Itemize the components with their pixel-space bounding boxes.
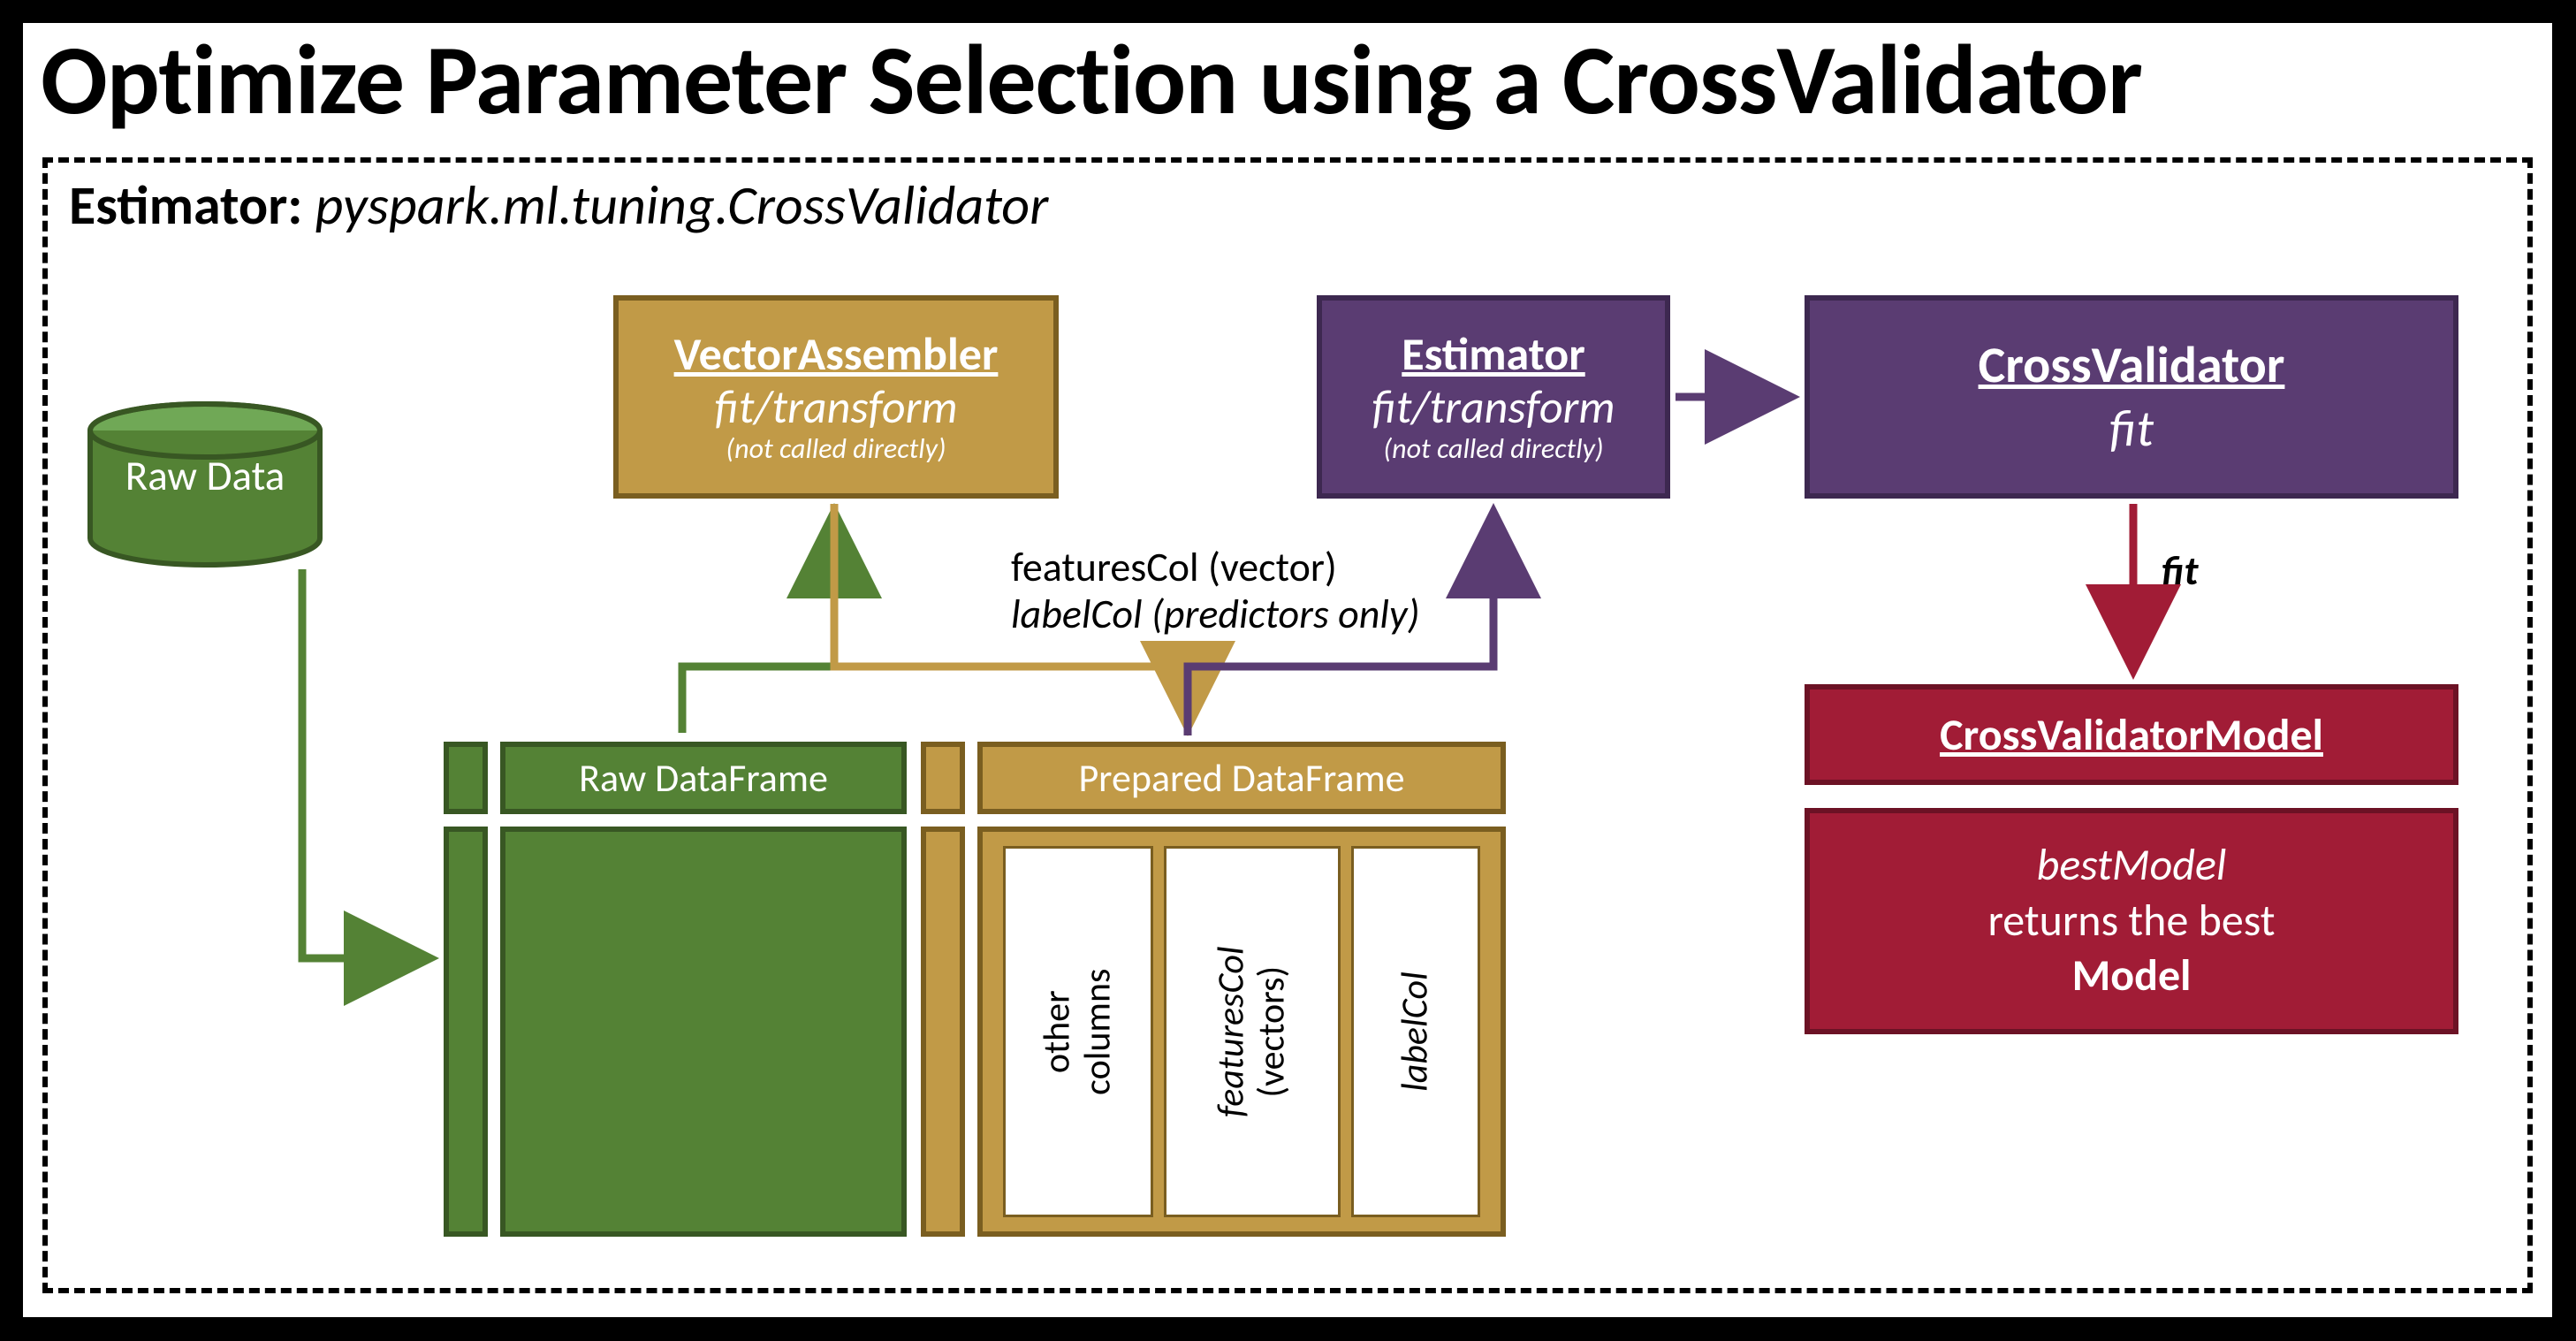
raw-df-header: Raw DataFrame [500, 742, 907, 814]
vector-assembler-title: VectorAssembler [674, 328, 999, 381]
prep-col-other-label: other columns [1037, 968, 1119, 1094]
prep-col-label-label: labelCol [1395, 971, 1436, 1092]
cross-validator-action: fit [2109, 397, 2154, 461]
raw-dataframe: Raw DataFrame [444, 742, 907, 1237]
estimator-title: Estimator [1402, 328, 1584, 381]
estimator-container: Estimator: pyspark.ml.tuning.CrossValida… [42, 157, 2533, 1293]
best-model-line1: bestModel [2037, 838, 2227, 892]
estimator-note: (not called directly) [1383, 433, 1603, 466]
features-label-text: featuresCol (vector) labelCol (predictor… [1011, 545, 1806, 638]
prep-df-body: other columns featuresCol (vectors) labe… [977, 827, 1506, 1237]
estimator-header: Estimator: pyspark.ml.tuning.CrossValida… [69, 171, 1048, 239]
estimator-box: Estimator fit/transform (not called dire… [1317, 295, 1670, 499]
vector-assembler-note: (not called directly) [726, 433, 946, 466]
cross-validator-box: CrossValidator fit [1805, 295, 2458, 499]
estimator-label-value: pyspark.ml.tuning.CrossValidator [315, 171, 1048, 239]
raw-df-corner [444, 742, 488, 814]
prep-col-label: labelCol [1351, 846, 1480, 1217]
estimator-label-prefix: Estimator: [69, 171, 315, 239]
vector-assembler-action: fit/transform [715, 381, 958, 434]
raw-df-body [500, 827, 907, 1237]
cross-validator-model-title: CrossValidatorModel [1940, 708, 2323, 762]
prep-df-side [921, 827, 965, 1237]
prep-df-header: Prepared DataFrame [977, 742, 1506, 814]
best-model-box: bestModel returns the best Model [1805, 808, 2458, 1034]
label-col-line: labelCol (predictors only) [1011, 591, 1806, 638]
prep-col-other: other columns [1003, 846, 1153, 1217]
raw-data-label: Raw Data [85, 450, 325, 501]
prep-col-features-label: featuresCol (vectors) [1212, 946, 1293, 1116]
prep-col-features: featuresCol (vectors) [1164, 846, 1341, 1217]
best-model-line2: returns the best [1987, 894, 2275, 949]
diagram-title: Optimize Parameter Selection using a Cro… [41, 19, 2142, 141]
diagram-frame: Optimize Parameter Selection using a Cro… [23, 23, 2552, 1317]
best-model-line3: Model [2072, 949, 2192, 1002]
raw-df-side [444, 827, 488, 1237]
cross-validator-title: CrossValidator [1979, 333, 2285, 398]
arrow-rawdata-to-rawdf [302, 569, 431, 958]
prepared-dataframe: Prepared DataFrame other columns feature… [921, 742, 1513, 1237]
cross-validator-model-box: CrossValidatorModel [1805, 684, 2458, 785]
estimator-action: fit/transform [1372, 381, 1615, 434]
raw-data-cylinder: Raw Data [85, 400, 325, 568]
arrow-rawdf-to-vectorassembler [682, 511, 834, 733]
fit-arrow-label: fit [2162, 546, 2198, 596]
prep-df-corner [921, 742, 965, 814]
vector-assembler-box: VectorAssembler fit/transform (not calle… [613, 295, 1059, 499]
features-col-line: featuresCol (vector) [1011, 545, 1806, 591]
